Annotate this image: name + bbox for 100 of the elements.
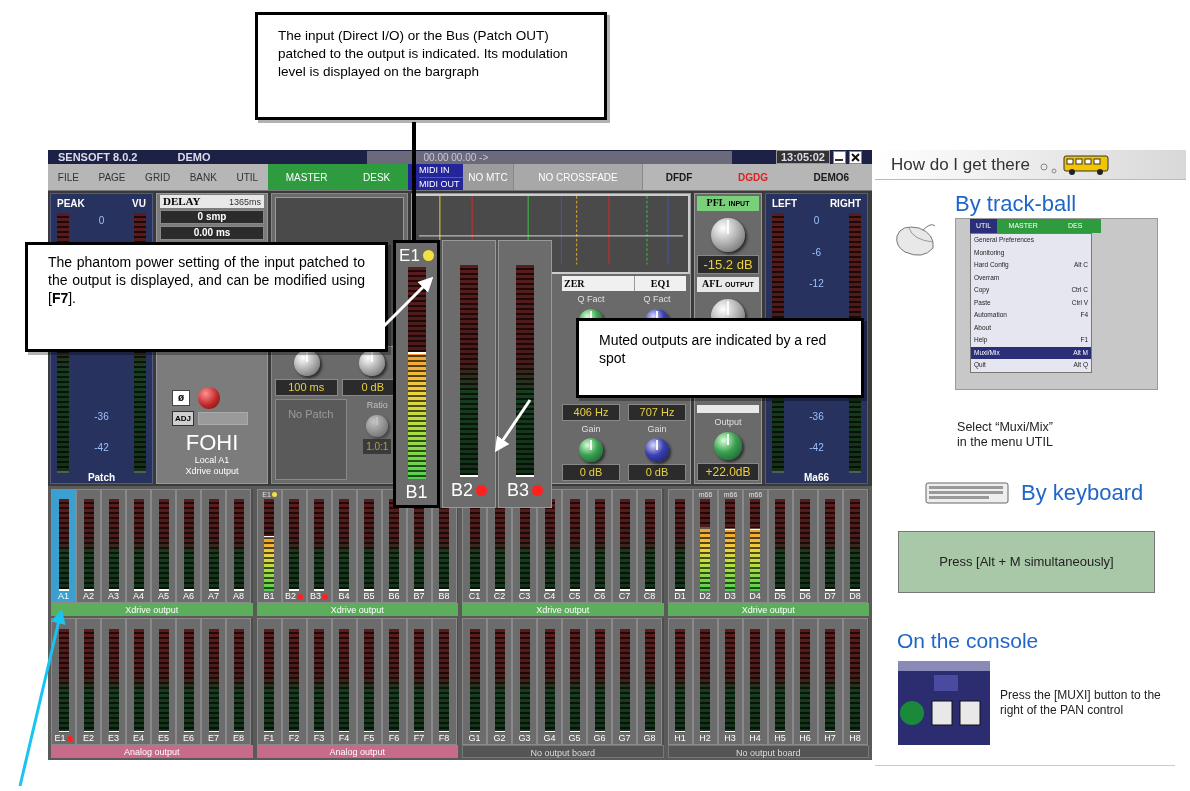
strip-label: C5 xyxy=(568,592,581,601)
strip-label: E2 xyxy=(83,734,94,743)
strip-label: E3 xyxy=(108,734,119,743)
strip-label: G1 xyxy=(468,734,481,743)
strip-label: C7 xyxy=(618,592,631,601)
strip-label: D7 xyxy=(824,592,836,601)
knob-label: Q Fact xyxy=(577,293,605,306)
callout-tooltip: The input (Direct I/O) or the Bus (Patch OUT) patched to the output is indicated. Its modulation level is displayed on the bargraph xyxy=(255,12,607,120)
value-display: 0 dB xyxy=(562,464,620,481)
output-type-label: No output board xyxy=(462,745,664,758)
strip-label: H4 xyxy=(749,734,761,743)
strip-label: E4 xyxy=(133,734,144,743)
strip-label: C4 xyxy=(543,592,556,601)
strip-label: H1 xyxy=(674,734,686,743)
callout-tooltip: The phantom power setting of the input patched to the output is displayed, and can be modified using [F7]. xyxy=(25,242,388,352)
value-display: +22.0dB xyxy=(697,463,759,481)
strip-label: E8 xyxy=(233,734,244,743)
section-title: AFL xyxy=(702,277,723,291)
strip-label: D8 xyxy=(849,592,861,601)
output-name: FOHI xyxy=(184,432,240,454)
value-display: 1.0:1 xyxy=(363,438,392,454)
scale-label: -36 xyxy=(94,409,109,424)
strip-label: F8 xyxy=(438,734,450,743)
meter-label: Patch xyxy=(86,473,117,484)
strip-label: H5 xyxy=(774,734,786,743)
value-display: 100 ms xyxy=(275,379,338,396)
instruction-text: Press [Alt + M simultaneously] xyxy=(898,531,1155,593)
value-display: 707 Hz xyxy=(628,403,686,421)
status-label: NO CROSSFADE xyxy=(513,164,643,190)
strip-label: A6 xyxy=(183,592,194,601)
output-type-label: Analog output xyxy=(256,745,458,758)
value-display: 0 smp xyxy=(160,210,264,224)
source-label: E1 xyxy=(399,246,420,264)
strip-label: H6 xyxy=(799,734,811,743)
knob-label: Output xyxy=(713,415,743,429)
section-heading: By track-ball xyxy=(955,190,1078,218)
strip-label: D5 xyxy=(774,592,786,601)
instruction-text: Press the [MUXI] button to the right of the PAN control xyxy=(1000,687,1162,718)
scale-label: 0 xyxy=(98,215,105,226)
strip-label: A1 xyxy=(58,592,69,601)
meter-heading: LEFT xyxy=(772,197,797,211)
strip-label: A7 xyxy=(208,592,219,601)
strip-label: G7 xyxy=(618,734,631,743)
strip-label: G4 xyxy=(543,734,556,743)
knob-label: Gain xyxy=(647,422,667,436)
meter-heading: PEAK xyxy=(57,197,85,211)
section-title: DELAY xyxy=(163,195,201,207)
strip-label: G6 xyxy=(593,734,606,743)
strip-label: D1 xyxy=(674,592,686,601)
scale-label: -42 xyxy=(809,441,824,455)
strip-label: C2 xyxy=(493,592,506,601)
strip-label: E1 xyxy=(54,734,66,743)
output-type-label: Xdrive output xyxy=(256,603,458,616)
strip-label: B5 xyxy=(363,592,375,601)
strip-label: F4 xyxy=(338,734,350,743)
strip-label: B7 xyxy=(413,592,425,601)
section-heading: By keyboard xyxy=(1021,479,1144,507)
strip-label: B2 xyxy=(285,592,296,601)
output-type-label: Xdrive output xyxy=(184,467,240,476)
output-type-label: Xdrive output xyxy=(667,603,869,616)
meter-label: Ma66 xyxy=(803,473,830,484)
strip-label: H8 xyxy=(849,734,861,743)
strip-label: H3 xyxy=(724,734,736,743)
strip-label: B3 xyxy=(310,592,321,601)
strip-label: D2 xyxy=(699,592,711,601)
strip-label: E5 xyxy=(158,734,169,743)
scale-label: -42 xyxy=(94,441,109,455)
strip-label: G2 xyxy=(493,734,506,743)
scale-label: -12 xyxy=(809,278,824,289)
instruction-text: Select “Muxi/Mix” in the menu UTIL xyxy=(956,420,1054,450)
strip-label: F6 xyxy=(388,734,400,743)
value-display: 0.00 ms xyxy=(160,226,264,240)
timecode-display: 00.00 00.00 -> xyxy=(367,150,733,164)
value-display: -15.2 dB xyxy=(697,255,759,274)
strip-label: F2 xyxy=(288,734,300,743)
strip-label: F3 xyxy=(313,734,325,743)
scale-label: -6 xyxy=(812,246,821,258)
scale-label: -36 xyxy=(809,409,824,424)
section-title: ZER xyxy=(562,276,634,291)
strip-label: A3 xyxy=(108,592,119,601)
section-title: EQ1 xyxy=(634,276,686,291)
strip-label: A4 xyxy=(133,592,144,601)
strip-label: C1 xyxy=(468,592,481,601)
strip-label: D6 xyxy=(799,592,811,601)
value-display: 0 dB xyxy=(628,464,686,481)
output-type-label: Analog output xyxy=(51,745,253,758)
strip-label: F5 xyxy=(363,734,375,743)
source-label: Local A1 xyxy=(193,456,231,465)
strip-label: A8 xyxy=(233,592,244,601)
strip-label: D4 xyxy=(749,592,761,601)
app-title: SENSOFT 8.0.2 xyxy=(58,150,138,164)
output-type-label: Xdrive output xyxy=(51,603,253,616)
section-title: PFL xyxy=(706,196,726,210)
clock-display: 13:05:02 xyxy=(775,150,830,164)
meter-heading: RIGHT xyxy=(829,197,861,211)
value-display: 406 Hz xyxy=(562,403,620,421)
mode-label: DEMO xyxy=(177,150,212,164)
help-title: How do I get there xyxy=(891,153,1030,176)
strip-label: D3 xyxy=(724,592,736,601)
section-heading: On the console xyxy=(897,628,1040,654)
